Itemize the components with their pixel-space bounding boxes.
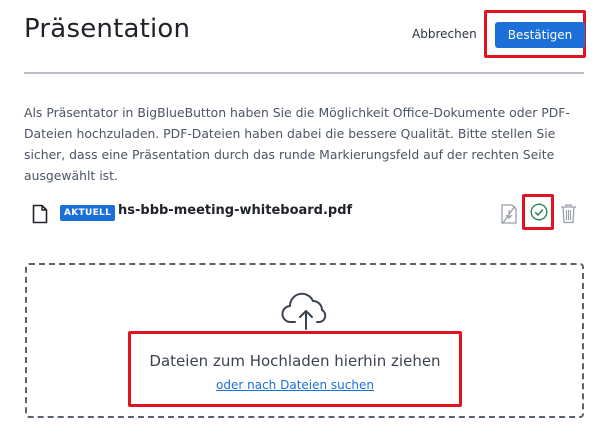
confirm-button-highlight: Bestätigen [484,10,586,58]
cancel-button[interactable]: Abbrechen [412,22,477,46]
dropzone-text: Dateien zum Hochladen hierhin ziehen [149,352,441,370]
file-list-item: AKTUELL hs-bbb-meeting-whiteboard.pdf [24,194,584,230]
cloud-upload-icon [281,292,327,330]
modal-header: Präsentation Abbrechen Bestätigen [24,0,586,74]
download-disabled-icon[interactable] [500,203,518,225]
select-presentation-highlight [522,194,554,230]
current-badge: AKTUELL [60,205,116,221]
document-icon [32,204,48,224]
upload-dropzone[interactable]: Dateien zum Hochladen hierhin ziehen ode… [25,263,584,418]
browse-files-link[interactable]: oder nach Dateien suchen [131,378,459,392]
dropzone-text-highlight: Dateien zum Hochladen hierhin ziehen ode… [128,331,462,407]
file-name: hs-bbb-meeting-whiteboard.pdf [118,203,353,218]
upload-description: Als Präsentator in BigBlueButton haben S… [24,105,570,183]
trash-icon[interactable] [560,203,577,224]
check-circle-icon[interactable] [530,203,548,221]
header-divider [24,72,584,74]
page-title: Präsentation [24,14,191,44]
confirm-button[interactable]: Bestätigen [495,22,585,48]
